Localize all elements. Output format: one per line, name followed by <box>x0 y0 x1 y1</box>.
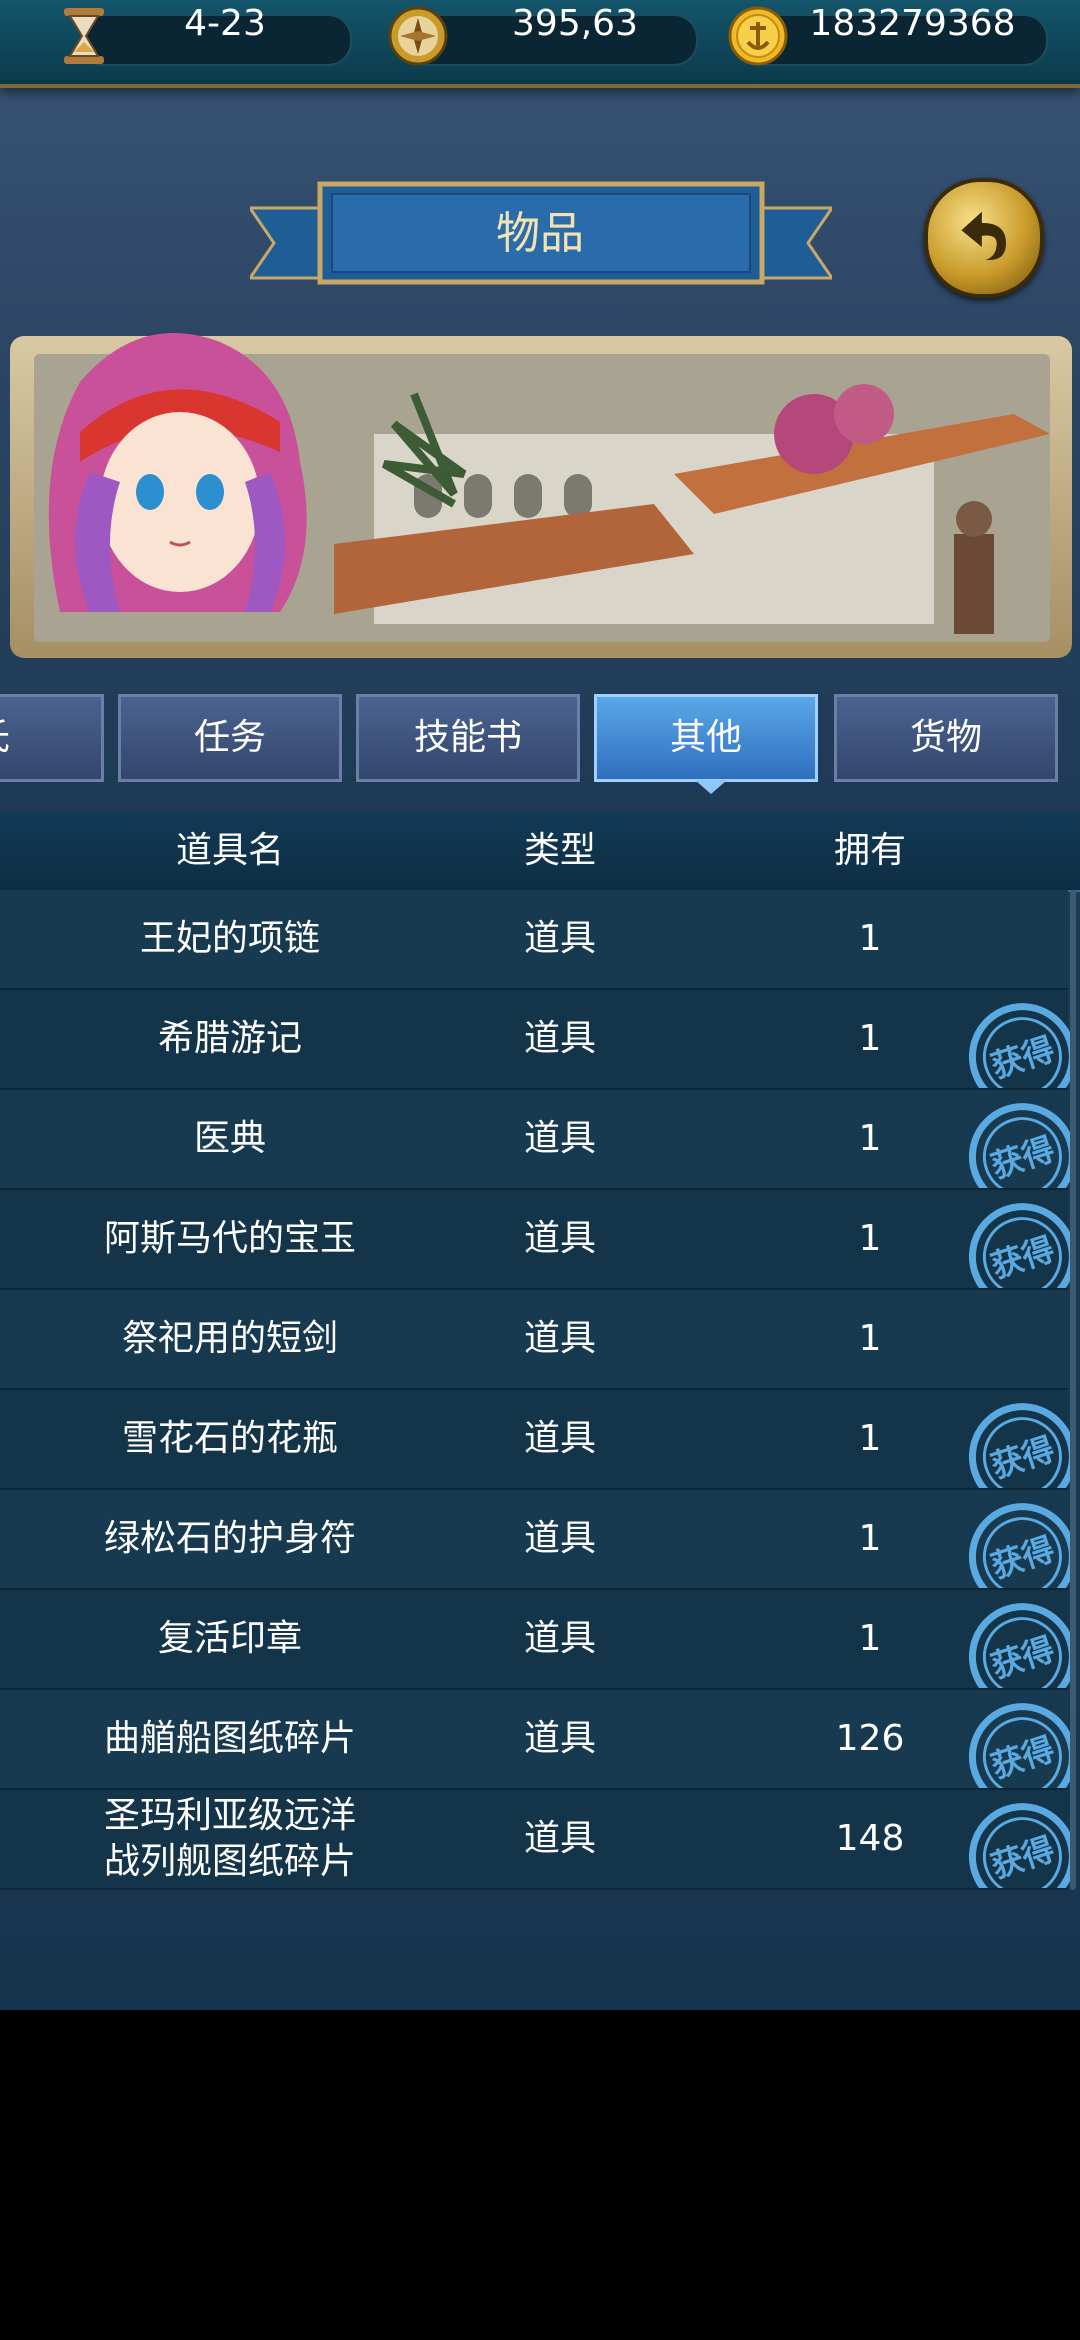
tab-quests[interactable]: 任务 <box>118 694 342 782</box>
table-row[interactable]: 希腊游记 道具 1 获得 <box>0 990 1072 1090</box>
item-type: 道具 <box>523 1518 596 1559</box>
obtain-stamp-label: 获得 <box>987 1731 1059 1785</box>
item-owned-count: 148 <box>835 1818 905 1859</box>
obtain-stamp-label: 获得 <box>987 1131 1059 1185</box>
table-row[interactable]: 绿松石的护身符 道具 1 获得 <box>0 1490 1072 1590</box>
item-name: 希腊游记 <box>157 1018 302 1059</box>
table-header: 道具名 类型 拥有 <box>0 812 1080 892</box>
gold-coin-icon <box>728 6 788 66</box>
item-name: 王妃的项链 <box>139 918 320 959</box>
obtain-stamp-button[interactable]: 获得 <box>948 1694 1072 1788</box>
item-owned-count: 1 <box>858 1218 882 1259</box>
column-header-name: 道具名 <box>175 830 284 871</box>
obtain-stamp-label: 获得 <box>987 1231 1059 1285</box>
item-owned-count: 1 <box>858 1318 882 1359</box>
table-row[interactable]: 医典 道具 1 获得 <box>0 1090 1072 1190</box>
obtain-stamp-label: 获得 <box>987 1831 1059 1885</box>
item-name: 曲艏船图纸碎片 <box>103 1718 356 1759</box>
tab-other[interactable]: 其他 <box>594 694 818 782</box>
item-type: 道具 <box>523 1718 596 1759</box>
back-arrow-icon <box>961 211 1006 260</box>
table-row[interactable]: 雪花石的花瓶 道具 1 获得 <box>0 1390 1072 1490</box>
back-button[interactable] <box>924 178 1044 298</box>
obtain-stamp-button[interactable]: 获得 <box>948 1794 1072 1888</box>
obtain-stamp-button[interactable]: 获得 <box>948 1394 1072 1488</box>
gold-amount: 183279368 <box>809 3 1016 44</box>
table-row[interactable]: 王妃的项链 道具 1 <box>0 890 1068 990</box>
item-type: 道具 <box>523 1418 596 1459</box>
item-owned-count: 1 <box>858 918 882 959</box>
obtain-stamp-button[interactable]: 获得 <box>948 1594 1072 1688</box>
obtain-stamp-button[interactable]: 获得 <box>948 1194 1072 1288</box>
item-type: 道具 <box>523 1318 596 1359</box>
item-owned-count: 1 <box>858 1018 882 1059</box>
tab-skill-books[interactable]: 技能书 <box>356 694 580 782</box>
item-name: 复活印章 <box>157 1618 302 1659</box>
item-name: 绿松石的护身符 <box>103 1518 356 1559</box>
compass-value: 395,63 <box>512 3 638 44</box>
item-owned-count: 1 <box>858 1118 882 1159</box>
table-row[interactable]: 曲艏船图纸碎片 道具 126 获得 <box>0 1690 1072 1790</box>
item-type: 道具 <box>523 1618 596 1659</box>
item-name: 医典 <box>193 1118 266 1159</box>
active-tab-pointer <box>695 780 727 794</box>
obtain-stamp-button[interactable]: 获得 <box>948 1094 1072 1188</box>
column-header-owned: 拥有 <box>833 830 906 871</box>
compass-icon <box>388 6 448 66</box>
obtain-stamp-label: 获得 <box>987 1531 1059 1585</box>
item-type: 道具 <box>523 918 596 959</box>
item-list: 王妃的项链 道具 1 希腊游记 道具 1 获得 医典 道具 1 获得 阿斯马代的宝玉 道具 1 获得 祭祀用的… <box>0 890 1080 1890</box>
obtain-stamp-label: 获得 <box>987 1431 1059 1485</box>
table-row[interactable]: 祭祀用的短剑 道具 1 <box>0 1290 1068 1390</box>
item-name: 祭祀用的短剑 <box>121 1318 338 1359</box>
character-portrait <box>48 333 307 612</box>
item-type: 道具 <box>523 1018 596 1059</box>
obtain-stamp-label: 获得 <box>987 1031 1059 1085</box>
item-owned-count: 126 <box>835 1718 905 1759</box>
item-name: 雪花石的花瓶 <box>121 1418 338 1459</box>
date-text: 4-23 <box>184 3 266 44</box>
table-row[interactable]: 复活印章 道具 1 获得 <box>0 1590 1072 1690</box>
tab-cargo[interactable]: 货物 <box>834 694 1058 782</box>
table-row[interactable]: 阿斯马代的宝玉 道具 1 获得 <box>0 1190 1072 1290</box>
item-type: 道具 <box>523 1218 596 1259</box>
item-owned-count: 1 <box>858 1518 882 1559</box>
obtain-stamp-label: 获得 <box>987 1631 1059 1685</box>
inventory-screen: 4-23 395,63 183279368 物品 任务 技能书 其他 货物 道具… <box>0 0 1080 2010</box>
banner-frame <box>10 333 1072 658</box>
item-owned-count: 1 <box>858 1418 882 1459</box>
obtain-stamp-button[interactable]: 获得 <box>948 1494 1072 1588</box>
item-type: 道具 <box>523 1118 596 1159</box>
status-bar: 4-23 395,63 183279368 <box>0 0 1080 88</box>
column-header-type: 类型 <box>523 830 596 871</box>
item-name: 阿斯马代的宝玉 <box>103 1218 356 1259</box>
list-scrollbar[interactable] <box>1070 890 1076 1890</box>
hourglass-icon <box>64 8 104 64</box>
item-owned-count: 1 <box>858 1618 882 1659</box>
table-row[interactable]: 圣玛利亚级远洋 战列舰图纸碎片 道具 148 获得 <box>0 1790 1072 1890</box>
obtain-stamp-button[interactable]: 获得 <box>948 994 1072 1088</box>
item-type: 道具 <box>523 1818 596 1859</box>
page-title: 物品 <box>496 208 584 259</box>
tab-partial[interactable]: 氏 <box>0 694 104 782</box>
item-name: 圣玛利亚级远洋 战列舰图纸碎片 <box>103 1795 356 1882</box>
